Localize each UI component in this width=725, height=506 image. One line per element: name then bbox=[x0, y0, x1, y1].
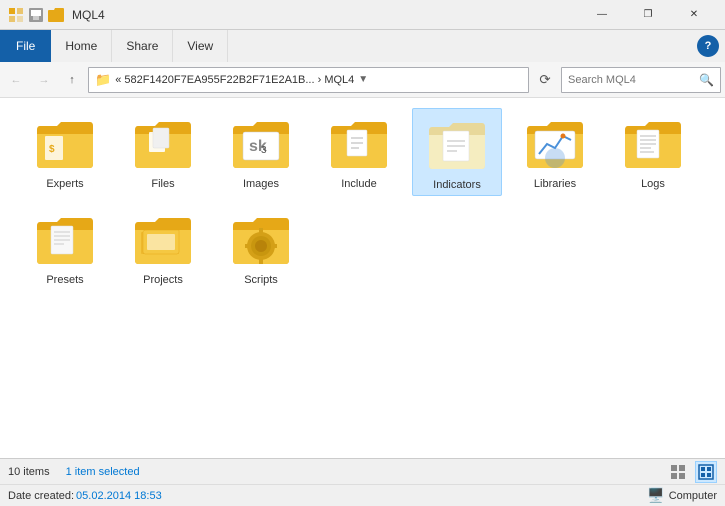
window-controls: — ❐ ✕ bbox=[579, 0, 717, 30]
folder-include[interactable]: Include bbox=[314, 108, 404, 196]
folder-files-icon bbox=[131, 112, 195, 176]
folder-presets-icon bbox=[33, 208, 97, 272]
folder-scripts-icon bbox=[229, 208, 293, 272]
view-controls bbox=[667, 461, 717, 483]
folder-indicators[interactable]: Indicators bbox=[412, 108, 502, 196]
computer-icon: 🖥️ bbox=[647, 487, 664, 504]
info-bar: Date created: 05.02.2014 18:53 🖥️ Comput… bbox=[0, 484, 725, 506]
item-count: 10 items bbox=[8, 466, 50, 478]
file-area: $ Experts Files sk 3 Images bbox=[0, 98, 725, 458]
refresh-button[interactable]: ⟳ bbox=[533, 68, 557, 92]
folder-indicators-label: Indicators bbox=[433, 179, 481, 191]
path-folder-icon: 📁 bbox=[95, 72, 111, 88]
folder-include-icon bbox=[327, 112, 391, 176]
share-tab[interactable]: Share bbox=[112, 30, 173, 62]
folder-presets-label: Presets bbox=[46, 274, 83, 286]
folder-logs-icon bbox=[621, 112, 685, 176]
folder-images-icon: sk 3 bbox=[229, 112, 293, 176]
app-icon bbox=[8, 7, 24, 23]
file-tab[interactable]: File bbox=[0, 30, 51, 62]
path-dropdown-icon: ▼ bbox=[358, 74, 368, 85]
address-path[interactable]: 📁 « 582F1420F7EA955F22B2F71E2A1B... › MQ… bbox=[88, 67, 529, 93]
view-tab[interactable]: View bbox=[173, 30, 228, 62]
address-path-text: « 582F1420F7EA955F22B2F71E2A1B... › MQL4 bbox=[115, 74, 354, 86]
small-icons-button[interactable] bbox=[667, 461, 689, 483]
folder-experts-icon: $ bbox=[33, 112, 97, 176]
folder-projects[interactable]: Projects bbox=[118, 204, 208, 290]
folder-icon-title bbox=[48, 7, 64, 23]
up-button[interactable]: ↑ bbox=[60, 68, 84, 92]
ribbon-tabs: Home Share View ? bbox=[51, 30, 725, 62]
title-bar-icons bbox=[8, 7, 64, 23]
folder-logs[interactable]: Logs bbox=[608, 108, 698, 196]
help-button[interactable]: ? bbox=[697, 35, 719, 57]
large-icons-button[interactable] bbox=[695, 461, 717, 483]
folder-experts[interactable]: $ Experts bbox=[20, 108, 110, 196]
home-tab[interactable]: Home bbox=[51, 30, 112, 62]
folder-libraries[interactable]: Libraries bbox=[510, 108, 600, 196]
folder-indicators-icon bbox=[425, 113, 489, 177]
title-bar: MQL4 — ❐ ✕ bbox=[0, 0, 725, 30]
folder-projects-icon bbox=[131, 208, 195, 272]
folder-scripts-label: Scripts bbox=[244, 274, 278, 286]
ribbon: File Home Share View ? bbox=[0, 30, 725, 62]
close-button[interactable]: ✕ bbox=[671, 0, 717, 30]
folder-scripts[interactable]: Scripts bbox=[216, 204, 306, 290]
folder-files-label: Files bbox=[151, 178, 174, 190]
search-input[interactable] bbox=[568, 74, 699, 86]
folder-images-label: Images bbox=[243, 178, 279, 190]
svg-text:$: $ bbox=[49, 144, 55, 155]
title-text: MQL4 bbox=[72, 8, 579, 22]
save-icon bbox=[28, 7, 44, 23]
search-box[interactable]: 🔍 bbox=[561, 67, 721, 93]
status-bar: 10 items 1 item selected bbox=[0, 458, 725, 484]
item-selected: 1 item selected bbox=[66, 466, 140, 478]
restore-button[interactable]: ❐ bbox=[625, 0, 671, 30]
minimize-button[interactable]: — bbox=[579, 0, 625, 30]
folder-experts-label: Experts bbox=[46, 178, 83, 190]
back-button[interactable]: ← bbox=[4, 68, 28, 92]
folder-projects-label: Projects bbox=[143, 274, 183, 286]
forward-button[interactable]: → bbox=[32, 68, 56, 92]
svg-text:3: 3 bbox=[261, 145, 267, 156]
search-icon: 🔍 bbox=[699, 73, 714, 87]
folder-images[interactable]: sk 3 Images bbox=[216, 108, 306, 196]
address-bar: ← → ↑ 📁 « 582F1420F7EA955F22B2F71E2A1B..… bbox=[0, 62, 725, 98]
folder-include-label: Include bbox=[341, 178, 376, 190]
folder-files[interactable]: Files bbox=[118, 108, 208, 196]
folder-logs-label: Logs bbox=[641, 178, 665, 190]
folder-presets[interactable]: Presets bbox=[20, 204, 110, 290]
folder-libraries-icon bbox=[523, 112, 587, 176]
computer-label: 🖥️ Computer bbox=[647, 487, 717, 504]
folder-libraries-label: Libraries bbox=[534, 178, 576, 190]
